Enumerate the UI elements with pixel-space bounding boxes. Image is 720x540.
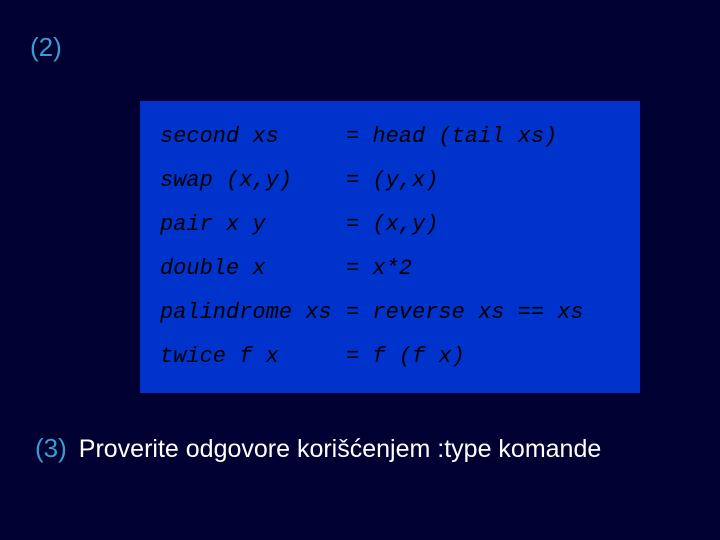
code-row: double x = x*2 — [160, 247, 620, 291]
code-row: palindrome xs = reverse xs == xs — [160, 291, 620, 335]
code-rhs: = (y,x) — [346, 170, 438, 192]
code-lhs: second xs — [160, 126, 346, 148]
list-marker-2: (2) — [30, 32, 690, 63]
list-marker-3: (3) — [35, 433, 67, 464]
code-lhs: swap (x,y) — [160, 170, 346, 192]
code-row: pair x y = (x,y) — [160, 203, 620, 247]
code-rhs: = reverse xs == xs — [346, 302, 584, 324]
code-row: second xs = head (tail xs) — [160, 115, 620, 159]
code-rhs: = head (tail xs) — [346, 126, 557, 148]
code-rhs: = f (f x) — [346, 346, 465, 368]
code-lhs: palindrome xs — [160, 302, 346, 324]
list-item-3: (3) Proverite odgovore korišćenjem :type… — [30, 433, 690, 464]
code-block: second xs = head (tail xs) swap (x,y) = … — [140, 101, 640, 393]
code-rhs: = x*2 — [346, 258, 412, 280]
list-item-3-text: Proverite odgovore korišćenjem :type kom… — [79, 435, 602, 464]
code-row: twice f x = f (f x) — [160, 335, 620, 379]
code-lhs: double x — [160, 258, 346, 280]
slide: (2) second xs = head (tail xs) swap (x,y… — [0, 0, 720, 540]
code-lhs: twice f x — [160, 346, 346, 368]
code-lhs: pair x y — [160, 214, 346, 236]
code-row: swap (x,y) = (y,x) — [160, 159, 620, 203]
code-rhs: = (x,y) — [346, 214, 438, 236]
